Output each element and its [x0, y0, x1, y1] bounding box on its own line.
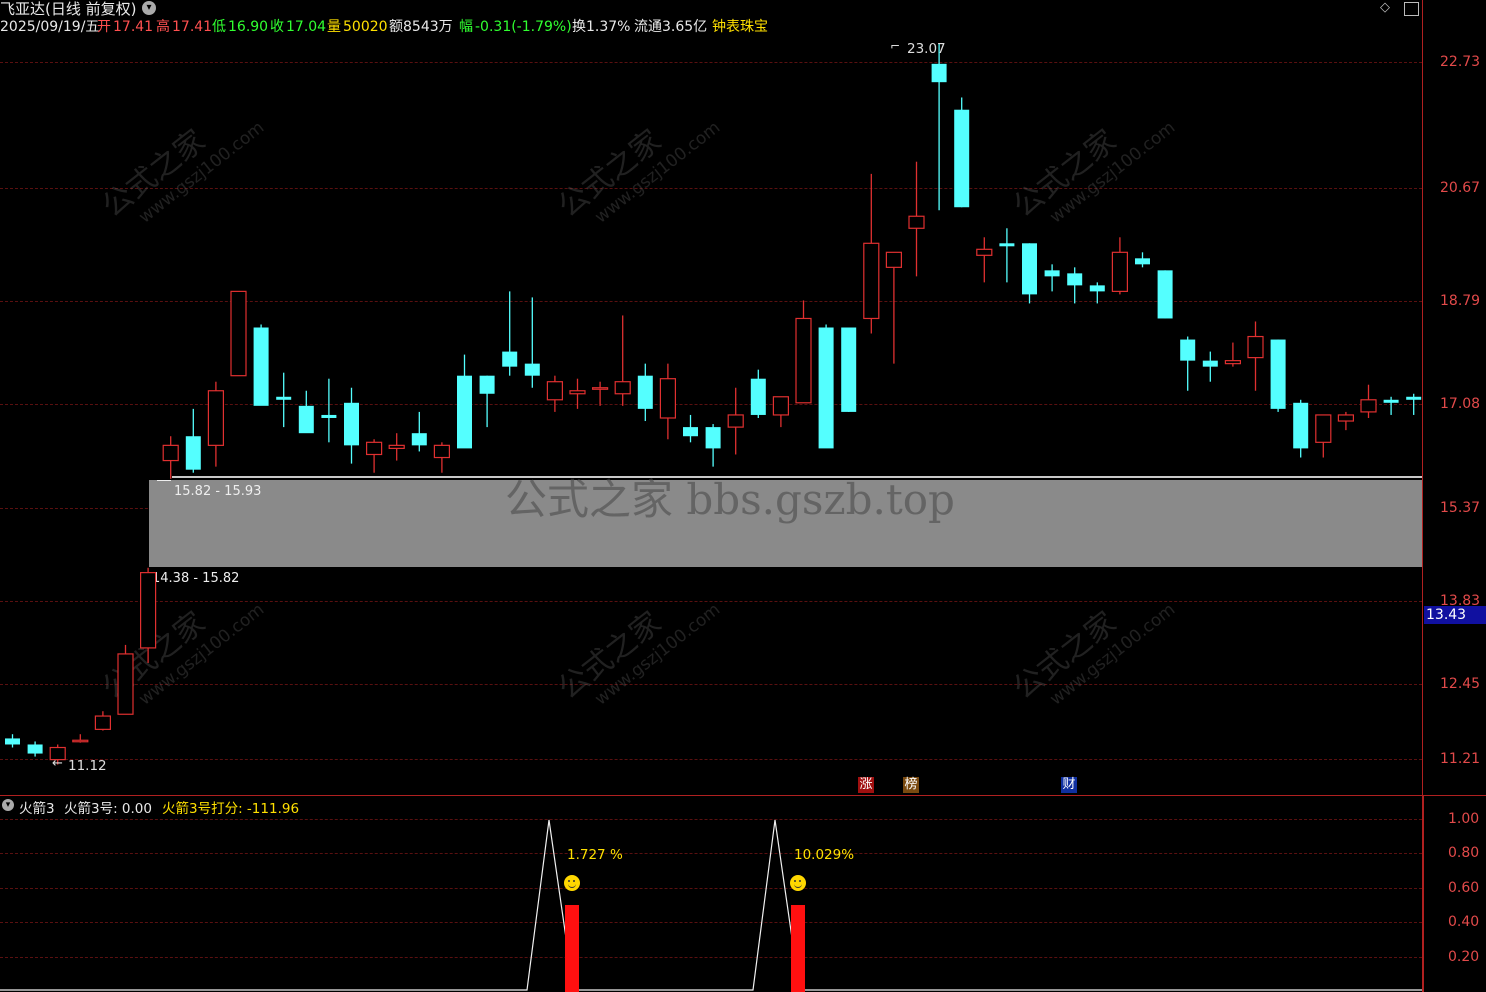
candle-body	[140, 572, 157, 649]
axis-label: 15.37	[1440, 500, 1481, 516]
event-tag-billboard[interactable]: 榜	[903, 777, 919, 793]
candle-body	[1247, 335, 1264, 359]
candle-body	[637, 375, 653, 409]
trough-arrow-icon: ←	[52, 756, 63, 771]
axis-label: 20.67	[1440, 180, 1481, 196]
candle-body	[659, 378, 677, 419]
candle-body	[1111, 251, 1129, 292]
candle-body	[207, 390, 224, 446]
candle-body	[772, 396, 790, 416]
candle-body	[1180, 339, 1196, 361]
candle-body	[185, 436, 201, 470]
candle-body	[841, 327, 857, 412]
candle-body	[298, 405, 314, 434]
axis-label: 0.40	[1448, 914, 1480, 930]
candle-body	[1293, 402, 1309, 449]
candle-body	[705, 427, 721, 449]
candle-body	[321, 414, 337, 418]
axis-label: 12.45	[1440, 676, 1481, 692]
candle-body	[976, 248, 993, 256]
candle-body	[683, 427, 698, 437]
axis-label: 18.79	[1440, 293, 1481, 309]
sub-axis-border	[1422, 796, 1424, 992]
smiley-icon	[564, 875, 580, 891]
axis-label: 11.21	[1440, 751, 1481, 767]
candle-body	[479, 375, 495, 394]
candle-body	[999, 243, 1015, 247]
signal-bar	[791, 905, 805, 992]
candle-body	[931, 63, 947, 83]
candle-body	[457, 375, 472, 449]
candle-body	[72, 739, 89, 743]
candle-body	[1157, 270, 1173, 319]
candle-body	[1383, 399, 1399, 403]
candle-body	[1089, 285, 1105, 292]
axis-label: 0.60	[1448, 880, 1480, 896]
axis-label: 0.80	[1448, 845, 1480, 861]
indicator-line	[0, 819, 1422, 991]
candle-body	[1022, 243, 1037, 295]
candle-body	[1406, 396, 1422, 400]
candle-body	[750, 378, 766, 415]
candle-body	[524, 363, 540, 376]
candle-body	[569, 390, 586, 395]
trough-price-label: 11.12	[68, 758, 107, 774]
indicator-chart[interactable]	[0, 796, 1422, 992]
candle-body	[1315, 414, 1332, 443]
candle-body	[1135, 258, 1150, 265]
candle-body	[1337, 414, 1355, 422]
current-price-badge: 13.43	[1424, 606, 1486, 624]
event-tag-limit-up[interactable]: 涨	[858, 777, 874, 793]
smiley-icon	[790, 875, 806, 891]
main-axis-border	[1422, 0, 1423, 795]
candle-body	[1067, 273, 1083, 286]
axis-label: 17.08	[1440, 396, 1481, 412]
candle-body	[818, 327, 834, 449]
peak-marker-icon: ⌐	[890, 39, 901, 53]
candle-body	[1270, 339, 1286, 409]
candle-body	[591, 387, 609, 390]
event-tag-finance[interactable]: 财	[1061, 777, 1077, 793]
peak-price-label: 23.07	[907, 41, 946, 57]
candle-body	[253, 327, 269, 406]
candle-body	[546, 381, 564, 401]
candle-body	[885, 251, 903, 268]
candle-body	[908, 215, 925, 229]
candle-body	[162, 444, 179, 462]
candle-body	[94, 715, 112, 730]
candle-body	[366, 441, 383, 456]
candle-body	[863, 242, 880, 320]
candle-body	[388, 444, 405, 449]
signal-pct-label: 10.029%	[794, 847, 855, 863]
signal-bar	[565, 905, 579, 992]
candle-body	[1360, 399, 1377, 413]
axis-label: 22.73	[1440, 54, 1481, 70]
candle-body	[117, 653, 134, 715]
candle-body	[411, 433, 427, 446]
candle-body	[614, 381, 631, 395]
candle-body	[276, 396, 292, 400]
axis-label: 1.00	[1448, 811, 1480, 827]
candle-body	[1202, 360, 1218, 367]
candle-body	[502, 351, 518, 367]
signal-pct-label: 1.727 %	[567, 847, 623, 863]
candle-body	[27, 744, 43, 754]
candle-body	[795, 317, 812, 404]
axis-label: 0.20	[1448, 949, 1480, 965]
candle-body	[344, 402, 359, 446]
candle-body	[1224, 360, 1242, 365]
candle-body	[954, 109, 970, 208]
candle-body	[727, 414, 744, 428]
candle-body	[5, 738, 20, 745]
candle-body	[433, 444, 450, 459]
candle-body	[1044, 270, 1060, 277]
candlestick-chart[interactable]	[0, 0, 1422, 795]
candle-body	[230, 290, 247, 377]
